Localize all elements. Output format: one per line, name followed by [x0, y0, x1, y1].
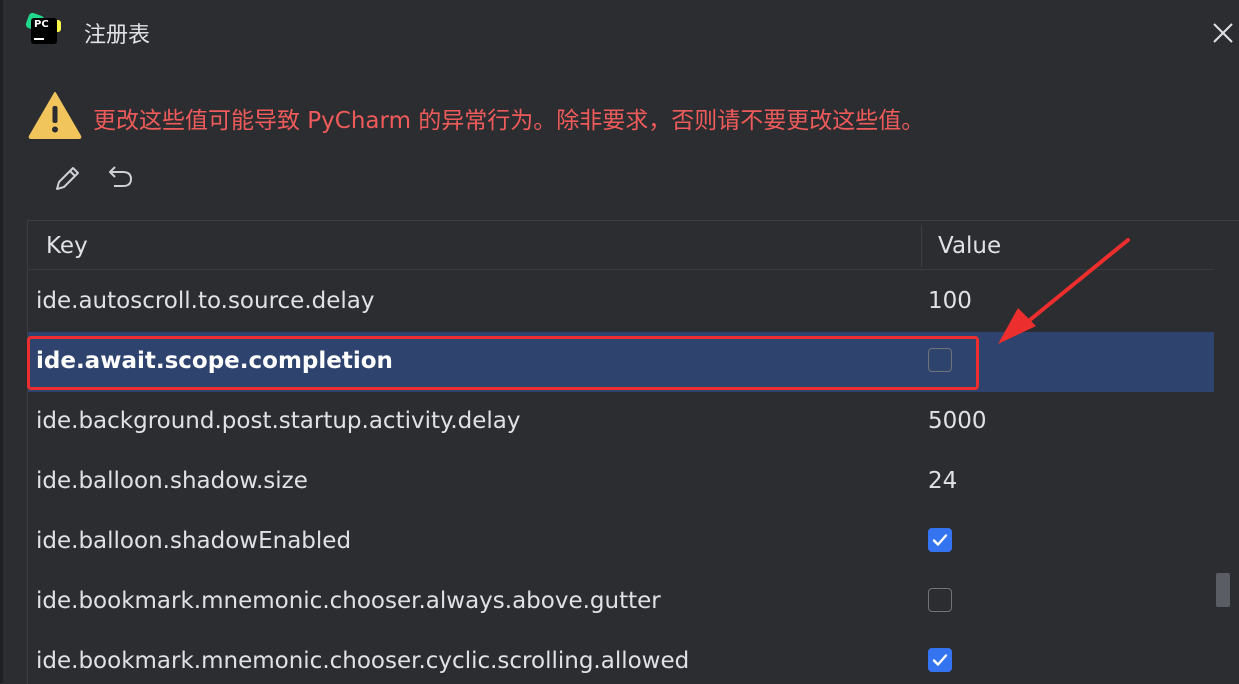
row-value[interactable]: 100 — [928, 288, 972, 314]
table-row[interactable]: ide.autoscroll.to.source.delay 100 — [28, 272, 1214, 332]
table-row-selected[interactable]: ide.await.scope.completion — [28, 332, 1214, 392]
row-key: ide.background.post.startup.activity.del… — [36, 408, 521, 434]
table-header: Key Value — [28, 221, 1214, 270]
table-row[interactable]: ide.background.post.startup.activity.del… — [28, 392, 1214, 452]
row-key: ide.balloon.shadowEnabled — [36, 528, 352, 554]
row-key: ide.balloon.shadow.size — [36, 468, 308, 494]
checkmark-icon — [932, 534, 948, 546]
warning-triangle-icon — [27, 90, 83, 140]
row-key: ide.bookmark.mnemonic.chooser.always.abo… — [36, 588, 661, 614]
value-checkbox-checked[interactable] — [928, 528, 952, 552]
close-button[interactable] — [1207, 17, 1239, 49]
row-key: ide.autoscroll.to.source.delay — [36, 288, 375, 314]
column-divider[interactable] — [921, 225, 922, 267]
column-header-key[interactable]: Key — [46, 233, 88, 259]
value-checkbox-unchecked[interactable] — [928, 348, 952, 372]
table-row[interactable]: ide.bookmark.mnemonic.chooser.always.abo… — [28, 572, 1214, 632]
vertical-scrollbar-thumb[interactable] — [1216, 573, 1230, 607]
window-title: 注册表 — [84, 23, 151, 48]
close-icon — [1213, 23, 1233, 43]
row-value[interactable]: 24 — [928, 468, 957, 494]
logo-text: PC — [34, 19, 49, 30]
table-rows: ide.autoscroll.to.source.delay 100 ide.a… — [28, 272, 1214, 684]
table-row[interactable]: ide.balloon.shadow.size 24 — [28, 452, 1214, 512]
revert-button[interactable] — [102, 160, 138, 196]
value-checkbox-checked[interactable] — [928, 648, 952, 672]
row-key: ide.bookmark.mnemonic.chooser.cyclic.scr… — [36, 648, 690, 674]
warning-message: 更改这些值可能导致 PyCharm 的异常行为。除非要求，否则请不要更改这些值。 — [93, 108, 925, 134]
title-bar: PC 注册表 — [0, 0, 1239, 64]
table-row[interactable]: ide.balloon.shadowEnabled — [28, 512, 1214, 572]
column-header-value[interactable]: Value — [938, 233, 1001, 259]
registry-table: Key Value ide.autoscroll.to.source.delay… — [27, 220, 1239, 684]
undo-icon — [109, 166, 133, 187]
row-value[interactable]: 5000 — [928, 408, 987, 434]
edit-button[interactable] — [50, 160, 86, 196]
pencil-icon — [56, 167, 79, 190]
value-checkbox-unchecked[interactable] — [928, 588, 952, 612]
left-edge — [0, 0, 3, 683]
table-row[interactable]: ide.bookmark.mnemonic.chooser.cyclic.scr… — [28, 632, 1214, 684]
row-key: ide.await.scope.completion — [36, 348, 393, 374]
checkmark-icon — [932, 654, 948, 666]
pycharm-logo: PC — [24, 11, 61, 48]
